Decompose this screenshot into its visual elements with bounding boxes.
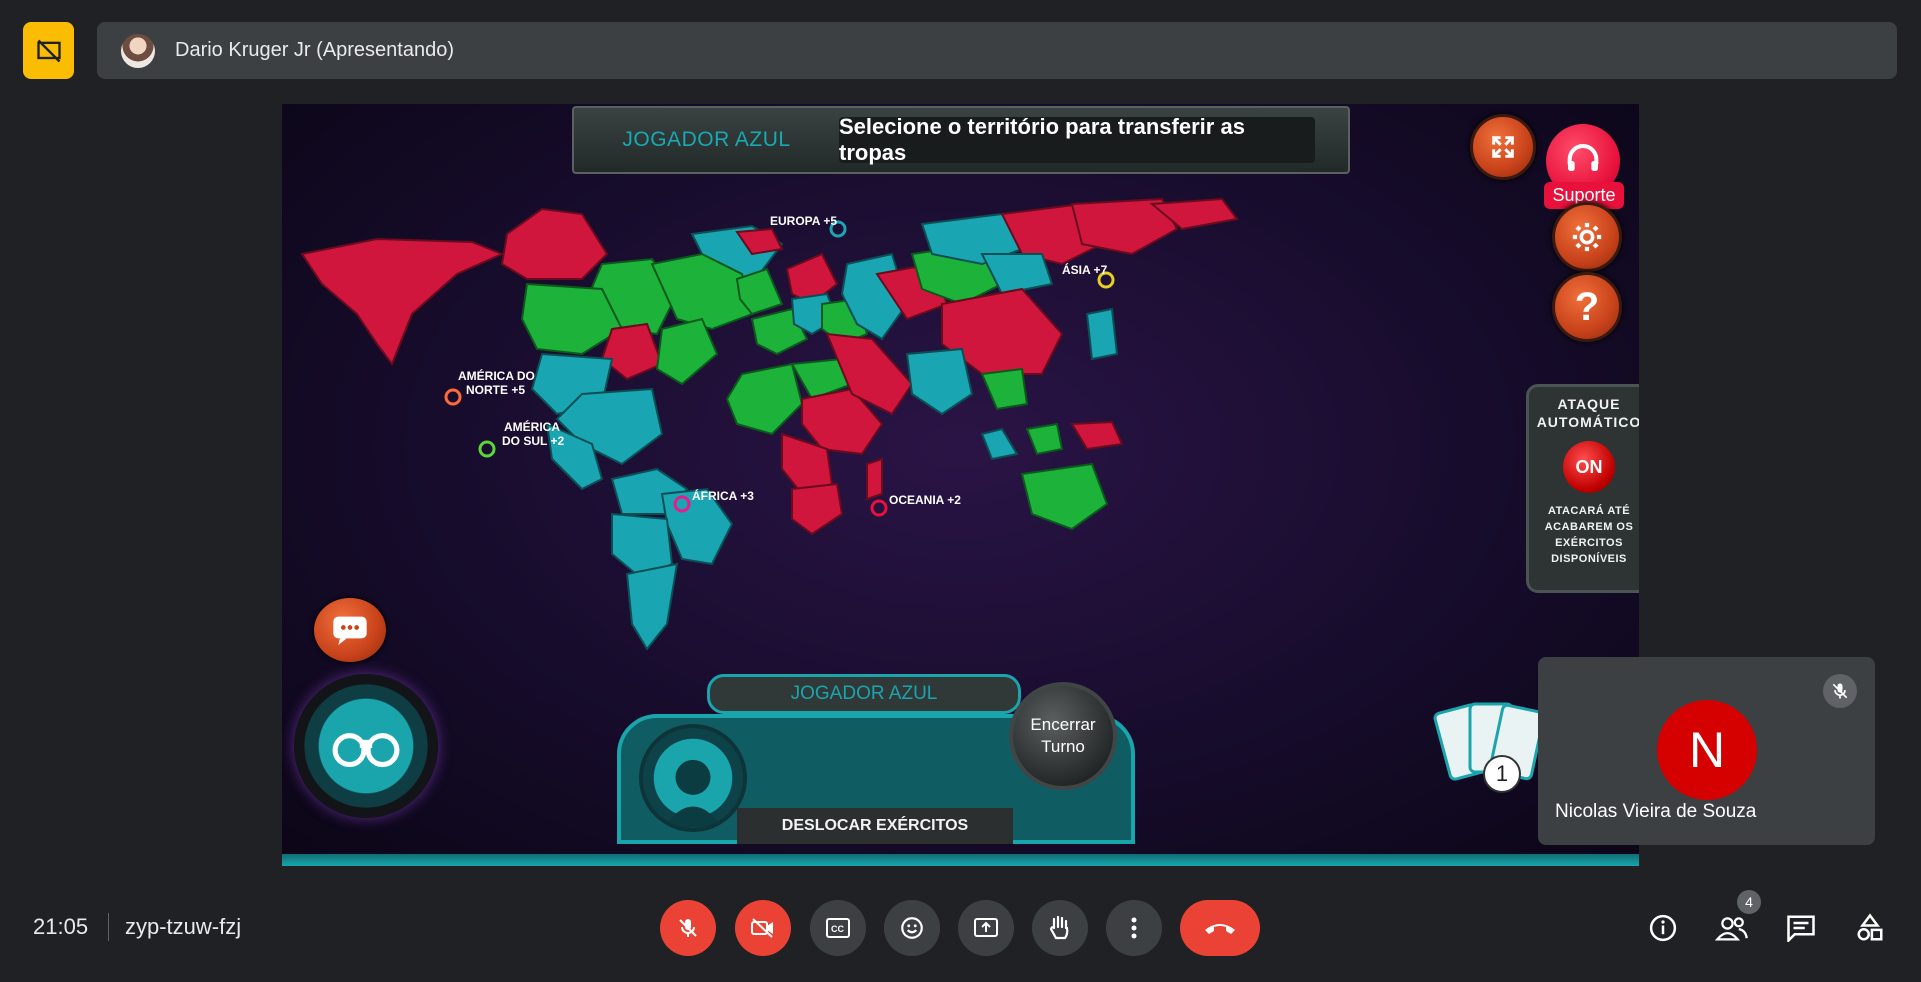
fullscreen-button[interactable] xyxy=(1470,114,1536,180)
auto-attack-desc: ATACARÁ ATÉ ACABAREM OS EXÉRCITOS DISPON… xyxy=(1544,505,1634,565)
territory-australia xyxy=(1020,462,1109,531)
captions-icon: CC xyxy=(826,918,850,938)
player-avatar xyxy=(639,724,747,832)
divider xyxy=(108,913,109,941)
people-icon xyxy=(1715,917,1748,941)
activities-button[interactable] xyxy=(1848,906,1892,950)
auto-attack-panel: ATAQUE AUTOMÁTICO ON ATACARÁ ATÉ ACABARE… xyxy=(1526,384,1639,593)
present-off-icon xyxy=(36,39,61,62)
cards-count-badge: 1 xyxy=(1483,755,1521,793)
participant-name: Nicolas Vieira de Souza xyxy=(1555,801,1757,822)
leave-call-icon xyxy=(1205,924,1235,934)
present-icon xyxy=(974,918,998,937)
auto-attack-title: ATAQUE AUTOMÁTICO xyxy=(1536,396,1639,430)
banner-message: Selecione o território para transferir a… xyxy=(839,114,1315,165)
territory-mackenzie xyxy=(500,207,609,280)
territory-japao xyxy=(1085,307,1119,361)
help-icon: ? xyxy=(1574,284,1600,329)
region-europa: EUROPA +5 xyxy=(770,214,847,238)
svg-text:AMÉRICA DO: AMÉRICA DO xyxy=(458,368,535,383)
present-button[interactable] xyxy=(958,900,1014,956)
auto-attack-toggle[interactable]: ON xyxy=(1563,441,1615,493)
messages-icon xyxy=(1787,915,1815,942)
territory-nova-guine xyxy=(1070,420,1124,451)
emoji-icon xyxy=(901,917,923,939)
banner-player: JOGADOR AZUL xyxy=(622,128,791,151)
help-button[interactable]: ? xyxy=(1552,272,1622,342)
meeting-controls-bar: 21:05 zyp-tzuw-fzj CC 4 xyxy=(0,880,1921,982)
meeting-info-button[interactable] xyxy=(1641,906,1685,950)
territory-africa-sul xyxy=(791,482,844,536)
participant-muted-indicator xyxy=(1823,674,1857,708)
raise-hand-icon xyxy=(1049,915,1069,940)
territory-sumatra xyxy=(980,427,1019,461)
more-options-button[interactable] xyxy=(1106,900,1162,956)
shared-screen-game[interactable]: EUROPA +5 ÁSIA +7 AMÉRICA DO NORTE +5 AM… xyxy=(282,104,1639,866)
headset-icon xyxy=(1567,144,1599,171)
participant-avatar: N xyxy=(1657,700,1757,800)
reactions-button[interactable] xyxy=(884,900,940,956)
game-chat-button[interactable] xyxy=(314,598,386,662)
binoculars-button[interactable] xyxy=(294,674,438,818)
leave-call-button[interactable] xyxy=(1180,900,1260,956)
player-silhouette-icon xyxy=(663,759,723,827)
settings-button[interactable] xyxy=(1552,202,1622,272)
presenter-name: Dario Kruger Jr (Apresentando) xyxy=(175,39,455,61)
svg-text:NORTE +5: NORTE +5 xyxy=(466,383,525,397)
territory-argentina xyxy=(625,562,679,651)
binoculars-icon xyxy=(332,733,400,768)
chat-icon xyxy=(333,616,367,645)
chat-button[interactable] xyxy=(1779,906,1823,950)
game-bottom-strip xyxy=(282,854,1639,866)
activities-icon xyxy=(1857,913,1883,941)
cam-off-icon xyxy=(751,918,773,938)
mic-off-icon xyxy=(1832,683,1848,699)
info-icon xyxy=(1649,914,1677,942)
people-count-badge: 4 xyxy=(1737,890,1761,914)
territory-alaska xyxy=(300,237,505,367)
player-name-plate: JOGADOR AZUL xyxy=(707,674,1021,714)
presenter-bar: Dario Kruger Jr (Apresentando) xyxy=(97,22,1897,79)
svg-text:EUROPA +5: EUROPA +5 xyxy=(770,214,837,228)
svg-text:ÁFRICA +3: ÁFRICA +3 xyxy=(692,488,754,503)
region-oceania: OCEANIA +2 xyxy=(870,493,961,517)
gear-icon xyxy=(1572,222,1602,252)
region-america-norte: AMÉRICA DO NORTE +5 xyxy=(444,368,535,406)
presentation-indicator[interactable] xyxy=(23,22,74,79)
meeting-clock: 21:05 xyxy=(33,914,89,939)
end-turn-button[interactable]: Encerrar Turno xyxy=(1009,682,1117,790)
toggle-mic-button[interactable] xyxy=(660,900,716,956)
svg-text:AMÉRICA: AMÉRICA xyxy=(504,419,560,434)
turn-banner: JOGADOR AZUL Selecione o território para… xyxy=(572,106,1350,174)
phase-label: DESLOCAR EXÉRCITOS xyxy=(737,808,1013,844)
raise-hand-button[interactable] xyxy=(1032,900,1088,956)
territory-madagascar xyxy=(866,457,883,501)
territory-argelia xyxy=(725,362,804,436)
more-icon xyxy=(1131,917,1137,939)
svg-text:DO SUL +2: DO SUL +2 xyxy=(502,434,564,448)
participant-tile[interactable]: N Nicolas Vieira de Souza xyxy=(1538,657,1875,845)
territory-india xyxy=(905,347,974,416)
mic-off-icon xyxy=(679,919,697,937)
captions-button[interactable]: CC xyxy=(810,900,866,956)
svg-text:ÁSIA +7: ÁSIA +7 xyxy=(1062,262,1108,277)
close-fullscreen-icon xyxy=(1492,136,1514,158)
player-console: DESLOCAR EXÉRCITOS JOGADOR AZUL Encerrar… xyxy=(617,674,1317,866)
meeting-code: zyp-tzuw-fzj xyxy=(125,914,242,939)
region-asia: ÁSIA +7 xyxy=(1062,262,1115,289)
territory-vietna xyxy=(980,367,1029,411)
svg-text:CC: CC xyxy=(831,924,844,934)
territory-borneo xyxy=(1025,422,1064,456)
presenter-avatar xyxy=(121,33,155,68)
toggle-camera-button[interactable] xyxy=(735,900,791,956)
svg-text:OCEANIA +2: OCEANIA +2 xyxy=(889,493,961,507)
